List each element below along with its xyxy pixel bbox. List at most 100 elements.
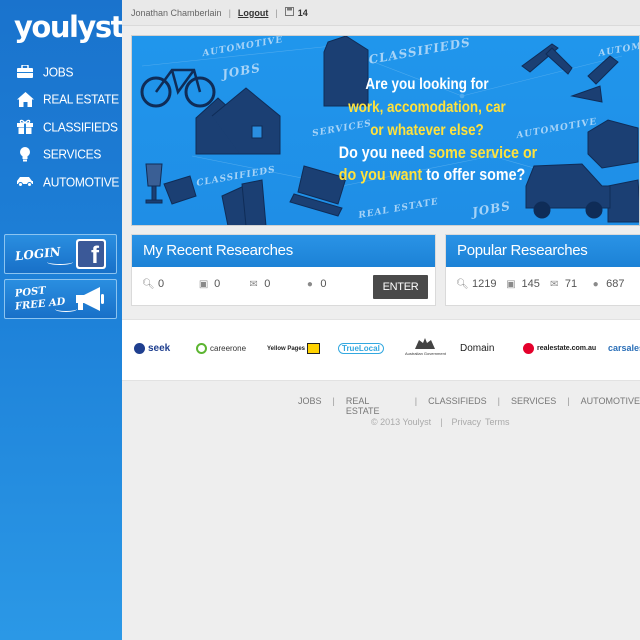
- terms-link[interactable]: Terms: [485, 417, 510, 427]
- footer-link-services[interactable]: SERVICES: [511, 396, 556, 416]
- gift-icon: [16, 119, 34, 135]
- copyright-text: © 2013 Youlyst: [371, 417, 432, 427]
- partner-logo-australian-government[interactable]: Australian Government: [405, 337, 446, 356]
- stat-searches: 🔍︎ 1219: [456, 278, 496, 290]
- coat-of-arms-icon: [415, 338, 436, 349]
- post-ad-label-line1: POST: [14, 285, 47, 300]
- briefcase-icon: [16, 64, 34, 80]
- partner-logo-careerone[interactable]: careerone: [196, 343, 246, 354]
- yellow-pages-icon: [307, 343, 321, 354]
- partner-name: carsales: [608, 343, 640, 353]
- stat-value: 145: [521, 278, 540, 290]
- sidebar-item-label: SERVICES: [43, 146, 102, 162]
- partner-logo-truelocal[interactable]: TrueLocal: [338, 343, 384, 354]
- sidebar-item-label: CLASSIFIEDS: [43, 119, 118, 135]
- partner-logo-yellow-pages[interactable]: Yellow Pages: [267, 343, 321, 354]
- banner-line-3: or whatever else?: [370, 122, 484, 139]
- footer-link-classifieds[interactable]: CLASSIFIEDS: [428, 396, 487, 416]
- banner-line-4-yellow: some service or: [428, 143, 538, 162]
- banner-line-4-white: Do you need: [338, 143, 425, 162]
- divider: |: [440, 417, 443, 427]
- stat-value: 0: [214, 278, 221, 290]
- user-name[interactable]: Jonathan Chamberlain: [131, 8, 222, 18]
- facebook-login-button[interactable]: LOGIN f: [4, 234, 117, 274]
- popular-researches-panel: Popular Researches 🔍︎ 1219 ▣ 145 ✉ 71 ● 687: [445, 234, 640, 306]
- comment-icon: ●: [592, 278, 599, 290]
- top-bar: Jonathan Chamberlain | Logout | 14: [122, 0, 640, 26]
- youlyst-logo[interactable]: youlyst: [14, 10, 124, 44]
- stat-messages: ✉ 71: [549, 278, 577, 290]
- realestate-icon: [523, 343, 534, 354]
- partner-logo-carsales[interactable]: carsales: [608, 343, 640, 353]
- seek-icon: [134, 343, 145, 354]
- sidebar-item-services[interactable]: SERVICES: [0, 141, 122, 169]
- stat-value: 71: [564, 278, 578, 290]
- sidebar-item-automotive[interactable]: AUTOMOTIVE: [0, 168, 122, 196]
- partner-name: TrueLocal: [338, 343, 384, 354]
- stat-value: 687: [606, 278, 625, 290]
- divider: |: [228, 7, 231, 18]
- sidebar-item-classifieds[interactable]: CLASSIFIEDS: [0, 113, 122, 141]
- sidebar-item-label: JOBS: [43, 64, 74, 80]
- partner-logo-domain[interactable]: Domain: [460, 343, 494, 354]
- sidebar: youlyst JOBS REAL ESTATE CLASSIFIEDS SER…: [0, 0, 124, 640]
- banner-line-5: do you want to offer some?: [338, 165, 525, 185]
- footer-link-automotive[interactable]: AUTOMOTIVE: [581, 396, 640, 416]
- banner-line-5-white: to offer some?: [426, 165, 526, 184]
- stat-value: 0: [320, 278, 327, 290]
- recent-researches-panel: My Recent Researches 🔍︎ 0 ▣ 0 ✉ 0 ● 0 ENTER: [131, 234, 436, 306]
- privacy-link[interactable]: Privacy: [452, 417, 482, 427]
- facebook-icon: f: [76, 239, 106, 269]
- partner-name: Yellow Pages: [267, 345, 306, 352]
- stat-comments: ● 0: [304, 278, 327, 290]
- partner-name: Domain: [460, 343, 495, 354]
- partner-logo-realestate[interactable]: realestate.com.au: [523, 343, 596, 354]
- stat-value: 0: [264, 278, 271, 290]
- stat-messages: ✉ 0: [248, 278, 271, 290]
- stat-searches: 🔍︎ 0: [142, 278, 164, 290]
- popular-researches-title: Popular Researches: [446, 235, 640, 267]
- search-icon: 🔍︎: [142, 278, 155, 290]
- footer-link-jobs[interactable]: JOBS: [298, 396, 322, 416]
- curved-arrow-icon: [47, 259, 73, 265]
- sidebar-item-jobs[interactable]: JOBS: [0, 58, 122, 86]
- search-icon: 🔍︎: [456, 278, 469, 290]
- saved-items-icon[interactable]: [284, 7, 294, 18]
- divider: |: [567, 396, 570, 406]
- banner-line-1: Are you looking for: [365, 76, 489, 93]
- stat-comments: ● 687: [590, 278, 625, 290]
- logout-link[interactable]: Logout: [238, 8, 269, 18]
- partner-name: seek: [148, 343, 171, 354]
- partner-name: Australian Government: [405, 351, 446, 356]
- banner-line-5-yellow: do you want: [338, 165, 423, 184]
- lightbulb-icon: [16, 146, 34, 162]
- sidebar-nav: JOBS REAL ESTATE CLASSIFIEDS SERVICES AU…: [0, 58, 122, 196]
- recent-researches-title: My Recent Researches: [132, 235, 435, 267]
- envelope-icon: ✉: [249, 278, 258, 290]
- partner-logos-strip: seek careerone Yellow Pages TrueLocal Au…: [122, 319, 640, 381]
- comment-icon: ●: [306, 278, 313, 290]
- post-free-ad-button[interactable]: POST FREE AD: [4, 279, 117, 319]
- sidebar-item-label: REAL ESTATE: [43, 91, 119, 107]
- stat-saved: ▣ 145: [505, 278, 540, 290]
- divider: |: [497, 396, 500, 406]
- stat-saved: ▣ 0: [198, 278, 220, 290]
- home-icon: [16, 91, 34, 107]
- partner-name: careerone: [210, 344, 247, 353]
- banner-line-4: Do you need some service or: [338, 143, 537, 163]
- megaphone-icon: [74, 286, 106, 317]
- divider: |: [275, 7, 278, 18]
- car-icon: [16, 174, 34, 190]
- enter-button[interactable]: ENTER: [373, 275, 428, 299]
- stat-value: 0: [158, 278, 165, 290]
- careerone-icon: [196, 343, 207, 354]
- banner-line-2: work, accomodation, car: [348, 99, 506, 116]
- partner-name: realestate.com.au: [537, 345, 597, 352]
- partner-logo-seek[interactable]: seek: [134, 343, 170, 354]
- sidebar-item-real-estate[interactable]: REAL ESTATE: [0, 86, 122, 114]
- recent-stats: 🔍︎ 0 ▣ 0 ✉ 0 ● 0: [142, 278, 345, 290]
- footer-link-real-estate[interactable]: REAL ESTATE: [346, 396, 404, 416]
- footer-nav: JOBS | REAL ESTATE | CLASSIFIEDS | SERVI…: [298, 396, 640, 416]
- saved-count: 14: [297, 7, 308, 18]
- popular-stats: 🔍︎ 1219 ▣ 145 ✉ 71 ● 687: [456, 278, 624, 290]
